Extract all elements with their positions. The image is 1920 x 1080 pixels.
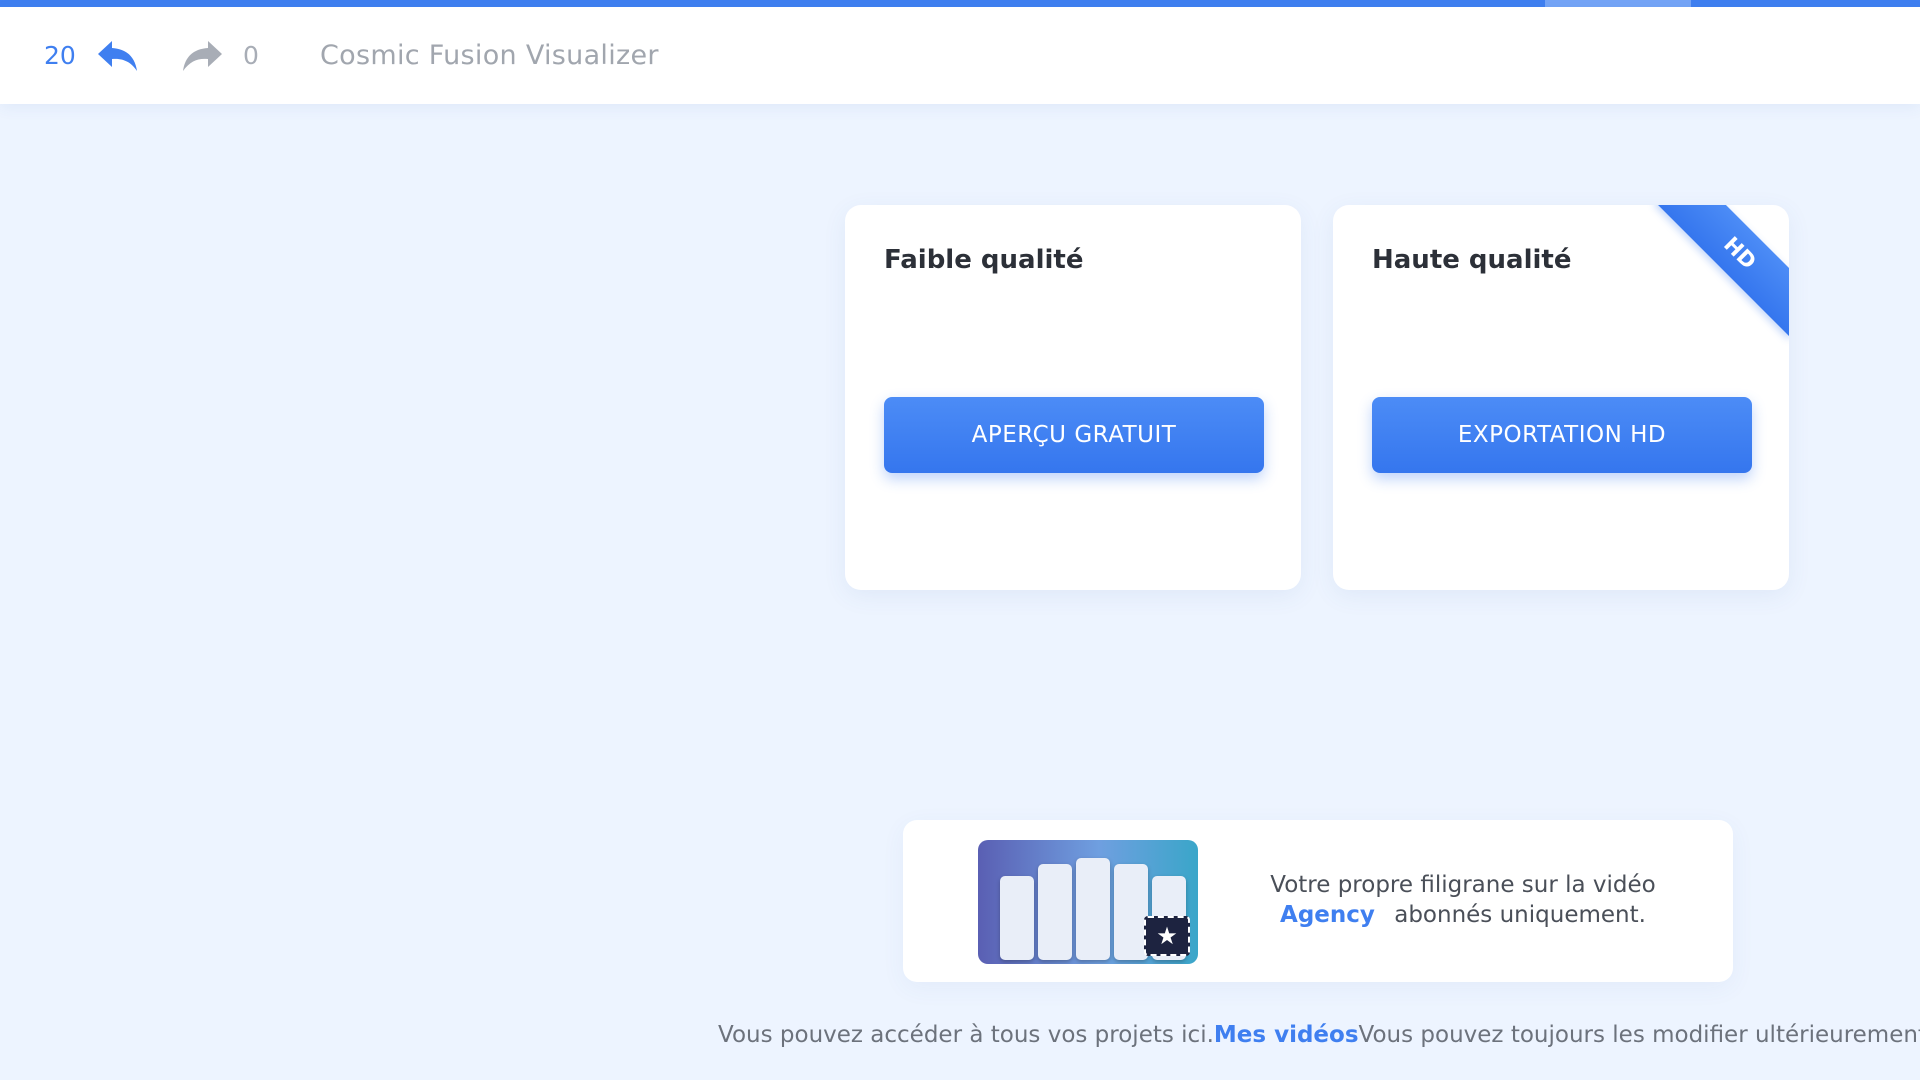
high-quality-title: Haute qualité [1372, 245, 1572, 275]
footer-note: Vous pouvez accéder à tous vos projets i… [718, 1022, 1920, 1048]
redo-count: 0 [243, 41, 259, 70]
promo-thumbnail: ★ [978, 840, 1198, 964]
hd-ribbon: HD [1655, 205, 1789, 338]
top-progress-bar [0, 0, 1920, 7]
free-preview-button[interactable]: APERÇU GRATUIT [884, 397, 1264, 473]
agency-plan-link[interactable]: Agency [1280, 902, 1375, 928]
my-videos-link[interactable]: Mes vidéos [1214, 1022, 1359, 1048]
high-quality-card: Haute qualité HD EXPORTATION HD [1333, 205, 1789, 590]
promo-line-2: Agency abonnés uniquement. [1243, 900, 1683, 930]
promo-line-1: Votre propre filigrane sur la vidéo [1270, 872, 1656, 898]
watermark-promo: ★ Votre propre filigrane sur la vidéo Ag… [903, 820, 1733, 982]
promo-line-2-rest: abonnés uniquement. [1394, 902, 1646, 928]
project-title[interactable]: Cosmic Fusion Visualizer [320, 40, 659, 71]
star-icon: ★ [1144, 916, 1190, 956]
editor-header: 20 0 Cosmic Fusion Visualizer [0, 7, 1920, 104]
low-quality-title: Faible qualité [884, 245, 1084, 275]
redo-icon[interactable] [180, 39, 224, 73]
footer-text-after: Vous pouvez toujours les modifier ultéri… [1358, 1022, 1920, 1048]
undo-count: 20 [44, 41, 76, 70]
low-quality-card: Faible qualité APERÇU GRATUIT [845, 205, 1301, 590]
undo-icon[interactable] [96, 39, 140, 73]
hd-export-button[interactable]: EXPORTATION HD [1372, 397, 1752, 473]
promo-text: Votre propre filigrane sur la vidéo Agen… [1243, 870, 1683, 930]
footer-text-before: Vous pouvez accéder à tous vos projets i… [718, 1022, 1214, 1048]
